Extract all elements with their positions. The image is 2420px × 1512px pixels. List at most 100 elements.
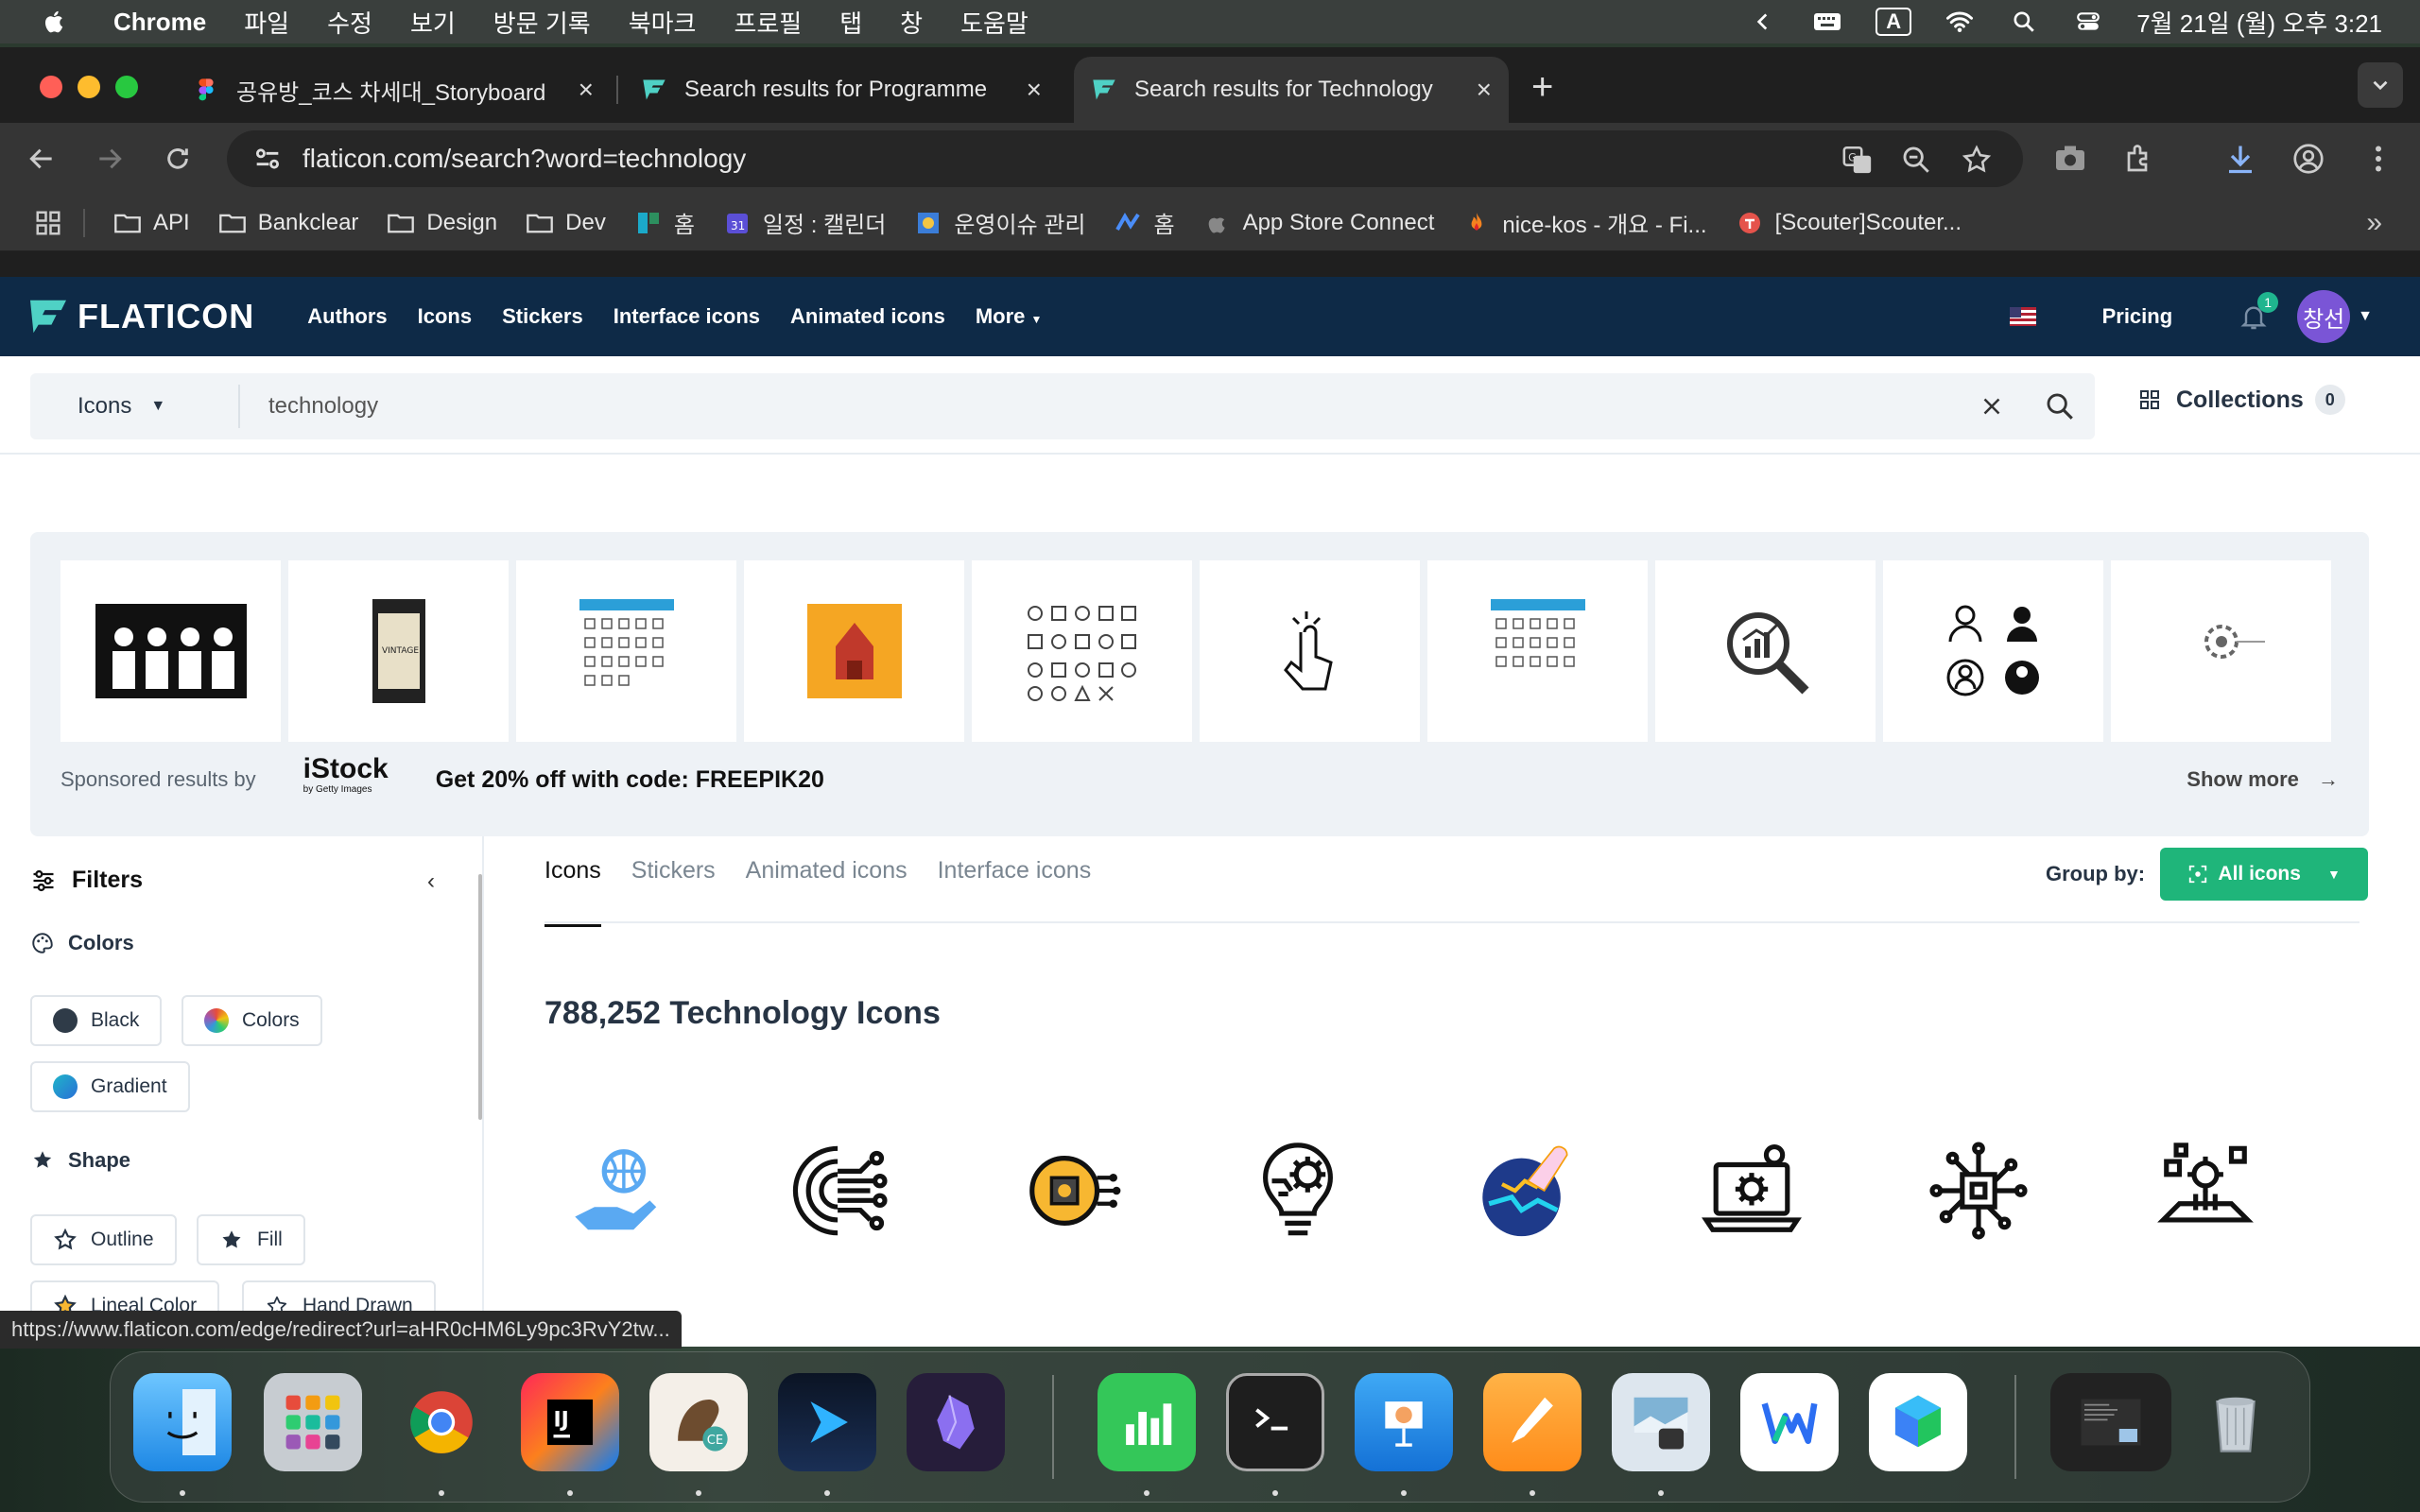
sponsored-thumb[interactable] [744,560,964,742]
menu-profiles[interactable]: 프로필 [734,5,802,40]
icon-result-chip-gear[interactable] [1019,1139,1123,1243]
sponsored-thumb[interactable] [1655,560,1876,742]
close-tab-icon[interactable]: × [579,75,594,105]
bookmark-star-icon[interactable] [1961,144,1993,176]
tab-icons[interactable]: Icons [544,857,601,927]
dock-chrome[interactable] [392,1373,491,1471]
pricing-link[interactable]: Pricing [2102,304,2173,329]
sponsored-thumb[interactable] [60,560,281,742]
menu-window[interactable]: 창 [900,5,923,40]
bookmark-dev[interactable]: Dev [526,210,606,236]
sponsored-thumb[interactable] [1200,560,1420,742]
search-icon[interactable] [2044,390,2076,422]
chevron-left-icon[interactable] [1747,8,1779,36]
input-source-icon[interactable]: A [1876,8,1912,36]
dock-pages[interactable] [1483,1373,1582,1471]
more-menu-icon[interactable] [2361,142,2395,176]
filter-gradient[interactable]: Gradient [30,1061,190,1112]
menu-file[interactable]: 파일 [244,5,289,40]
menu-edit[interactable]: 수정 [327,5,372,40]
tab-stickers[interactable]: Stickers [631,857,716,927]
sponsored-thumb[interactable] [1883,560,2103,742]
collapse-filters-icon[interactable]: ‹ [427,868,435,895]
collections-button[interactable]: Collections 0 [2138,385,2345,415]
bookmark-scouter[interactable]: [Scouter]Scouter... [1736,210,1962,236]
reload-button[interactable] [159,140,197,178]
notifications-button[interactable]: 1 [2238,292,2279,332]
sponsored-thumb[interactable] [516,560,736,742]
site-settings-icon[interactable] [251,143,284,175]
address-bar[interactable]: flaticon.com/search?word=technology G [227,130,2023,187]
dock-preview[interactable] [1612,1373,1710,1471]
menu-tab[interactable]: 탭 [839,5,862,40]
dock-finder[interactable] [133,1373,232,1471]
url-text[interactable]: flaticon.com/search?word=technology [302,144,746,174]
dock-obsidian[interactable] [907,1373,1005,1471]
icon-result-cpu-circuit[interactable] [1927,1139,2031,1243]
keyboard-icon[interactable] [1811,8,1843,36]
nav-animated-icons[interactable]: Animated icons [790,304,945,329]
new-tab-button[interactable]: + [1531,66,1553,109]
filter-fill[interactable]: Fill [197,1214,305,1265]
menu-history[interactable]: 방문 기록 [493,5,591,40]
icon-result-hand-globe[interactable] [565,1139,669,1243]
download-icon[interactable] [2223,142,2257,176]
bookmark-calendar[interactable]: 31 일정 : 캘린더 [723,206,886,239]
dock-cursor[interactable] [778,1373,876,1471]
tab-programme[interactable]: Search results for Programme × [624,57,1059,123]
icon-result-bulb-gear[interactable] [1246,1139,1350,1243]
dock-dbeaver[interactable]: CE [649,1373,748,1471]
bookmark-home-1[interactable]: 홈 [634,206,695,239]
sponsored-thumb[interactable] [1427,560,1648,742]
back-button[interactable] [23,140,60,178]
caret-down-icon[interactable]: ▼ [2358,308,2373,325]
istock-logo[interactable]: iStock by Getty Images [303,755,389,800]
dock-naver-works[interactable] [1869,1373,1967,1471]
control-center-icon[interactable] [2072,8,2104,36]
group-by-select[interactable]: All icons ▼ [2160,848,2369,901]
filter-outline[interactable]: Outline [30,1214,177,1265]
search-category-select[interactable]: Icons ▼ [78,393,238,420]
tab-interface-icons[interactable]: Interface icons [938,857,1092,927]
flaticon-logo[interactable]: FLATICON [28,297,254,336]
icon-result-finger-globe[interactable] [1473,1139,1577,1243]
filter-colors[interactable]: Colors [182,995,322,1046]
dock-terminal[interactable] [1226,1373,1324,1471]
nav-more[interactable]: More ▼ [976,304,1043,329]
nav-icons[interactable]: Icons [418,304,472,329]
sponsored-thumb[interactable]: VINTAGE [288,560,509,742]
close-window-button[interactable] [40,76,62,98]
screenshot-icon[interactable] [2053,142,2087,176]
spotlight-search-icon[interactable] [2008,8,2040,36]
menu-help[interactable]: 도움말 [960,5,1028,40]
bookmark-api[interactable]: API [113,210,190,236]
clear-search-icon[interactable] [1978,392,2006,421]
icon-result-laptop-gear[interactable] [1700,1139,1804,1243]
sidebar-scrollbar[interactable] [478,874,482,1120]
zoom-icon[interactable] [1900,144,1932,176]
menubar-clock[interactable]: 7월 21일 (월) 오후 3:21 [2136,5,2382,40]
forward-button[interactable] [91,140,129,178]
dock-keynote[interactable] [1355,1373,1453,1471]
dock-launchpad[interactable] [264,1373,362,1471]
sponsored-thumb[interactable] [972,560,1192,742]
close-tab-icon[interactable]: × [1027,75,1042,105]
tab-search-button[interactable] [2358,62,2403,108]
tab-animated-icons[interactable]: Animated icons [746,857,908,927]
nav-authors[interactable]: Authors [307,304,387,329]
bookmark-ops-issues[interactable]: 운영이슈 관리 [914,206,1085,239]
filter-black[interactable]: Black [30,995,163,1046]
close-tab-icon[interactable]: × [1477,75,1492,105]
tab-storyboard[interactable]: 공유방_코스 차세대_Storyboard × [176,57,611,123]
show-more-link[interactable]: Show more → [2187,767,2339,792]
icon-result-gear-hand-device[interactable] [2153,1139,2257,1243]
nav-stickers[interactable]: Stickers [502,304,583,329]
tab-technology[interactable]: Search results for Technology × [1074,57,1509,123]
apple-icon[interactable] [38,5,72,39]
bookmark-design[interactable]: Design [387,210,497,236]
nav-interface-icons[interactable]: Interface icons [614,304,760,329]
dock-numbers[interactable] [1098,1373,1196,1471]
menu-bookmarks[interactable]: 북마크 [629,5,697,40]
dock-trash[interactable] [2187,1373,2285,1471]
bookmark-app-store-connect[interactable]: App Store Connect [1203,210,1434,236]
